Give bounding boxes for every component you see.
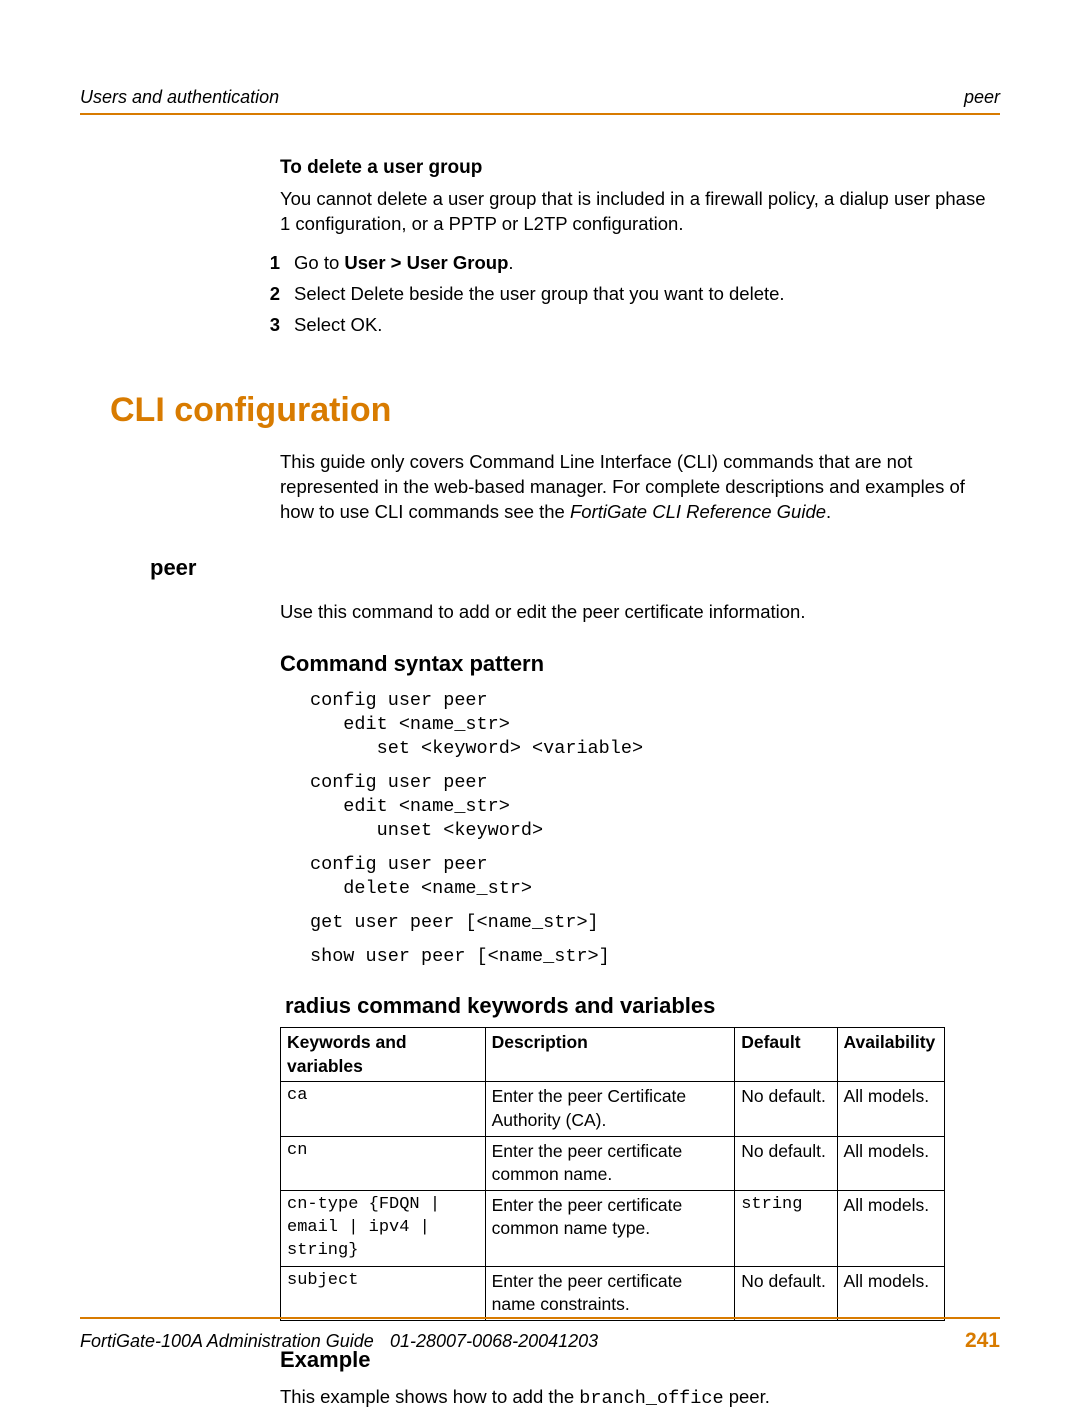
cli-intro: This guide only covers Command Line Inte… bbox=[280, 450, 1000, 525]
step1-prefix: Go to bbox=[294, 252, 344, 273]
table-row: ca Enter the peer Certificate Authority … bbox=[281, 1082, 945, 1136]
cell-description: Enter the peer certificate common name t… bbox=[485, 1190, 735, 1266]
cell-keyword: subject bbox=[281, 1266, 486, 1320]
code-block: config user peer edit <name_str> set <ke… bbox=[310, 689, 1000, 761]
step-number: 1 bbox=[250, 251, 280, 276]
example-code: branch_office bbox=[579, 1388, 723, 1409]
footer-mid: 01-28007-0068-20041203 bbox=[390, 1329, 598, 1353]
code-block: config user peer edit <name_str> unset <… bbox=[310, 771, 1000, 843]
col-availability: Availability bbox=[837, 1028, 944, 1082]
page-container: Users and authentication peer To delete … bbox=[0, 0, 1080, 1397]
cell-availability: All models. bbox=[837, 1136, 944, 1190]
page-number: 241 bbox=[965, 1327, 1000, 1355]
example-paragraph: This example shows how to add the branch… bbox=[280, 1385, 1000, 1412]
delete-section: To delete a user group You cannot delete… bbox=[280, 155, 1000, 237]
delete-paragraph: You cannot delete a user group that is i… bbox=[280, 187, 1000, 237]
col-default: Default bbox=[735, 1028, 837, 1082]
running-footer: FortiGate-100A Administration Guide 01-2… bbox=[80, 1317, 1000, 1355]
cell-keyword: cn-type {FDQN | email | ipv4 | string} bbox=[281, 1190, 486, 1266]
peer-intro: Use this command to add or edit the peer… bbox=[280, 600, 1000, 625]
footer-line: FortiGate-100A Administration Guide 01-2… bbox=[80, 1329, 1000, 1355]
header-left: Users and authentication bbox=[80, 85, 279, 109]
peer-paragraph: Use this command to add or edit the peer… bbox=[280, 600, 1000, 625]
syntax-heading: Command syntax pattern bbox=[280, 649, 1000, 679]
example-b: peer. bbox=[724, 1386, 770, 1407]
cell-keyword: cn bbox=[281, 1136, 486, 1190]
example-a: This example shows how to add the bbox=[280, 1386, 579, 1407]
step1-suffix: . bbox=[508, 252, 513, 273]
list-item: 3 Select OK. bbox=[250, 313, 1000, 338]
procedure-list: 1 Go to User > User Group. 2 Select Dele… bbox=[250, 251, 1000, 338]
keywords-table: Keywords and variables Description Defau… bbox=[280, 1027, 945, 1321]
table-header-row: Keywords and variables Description Defau… bbox=[281, 1028, 945, 1082]
step-number: 2 bbox=[250, 282, 280, 307]
cell-availability: All models. bbox=[837, 1190, 944, 1266]
footer-rule bbox=[80, 1317, 1000, 1319]
cell-description: Enter the peer certificate name constrai… bbox=[485, 1266, 735, 1320]
cell-default: string bbox=[735, 1190, 837, 1266]
cli-intro-italic: FortiGate CLI Reference Guide bbox=[570, 501, 826, 522]
cell-default: No default. bbox=[735, 1082, 837, 1136]
cell-default: No default. bbox=[735, 1136, 837, 1190]
code-block: config user peer delete <name_str> bbox=[310, 853, 1000, 901]
header-rule bbox=[80, 113, 1000, 115]
cell-description: Enter the peer certificate common name. bbox=[485, 1136, 735, 1190]
list-item: 2 Select Delete beside the user group th… bbox=[250, 282, 1000, 307]
step1-bold: User > User Group bbox=[344, 252, 508, 273]
cell-availability: All models. bbox=[837, 1266, 944, 1320]
cli-configuration-heading: CLI configuration bbox=[110, 388, 1000, 434]
step-text: Go to User > User Group. bbox=[294, 251, 1000, 276]
cell-keyword: ca bbox=[281, 1082, 486, 1136]
table-row: cn Enter the peer certificate common nam… bbox=[281, 1136, 945, 1190]
cell-default: No default. bbox=[735, 1266, 837, 1320]
step-text: Select Delete beside the user group that… bbox=[294, 282, 1000, 307]
list-item: 1 Go to User > User Group. bbox=[250, 251, 1000, 276]
cli-intro-paragraph: This guide only covers Command Line Inte… bbox=[280, 450, 1000, 525]
footer-left: FortiGate-100A Administration Guide bbox=[80, 1329, 374, 1355]
col-description: Description bbox=[485, 1028, 735, 1082]
step-text: Select OK. bbox=[294, 313, 1000, 338]
cell-availability: All models. bbox=[837, 1082, 944, 1136]
code-block: get user peer [<name_str>] bbox=[310, 911, 1000, 935]
table-heading: radius command keywords and variables bbox=[285, 991, 1000, 1021]
header-right: peer bbox=[964, 85, 1000, 109]
cli-intro-b: . bbox=[826, 501, 831, 522]
delete-title: To delete a user group bbox=[280, 155, 1000, 181]
example-text: This example shows how to add the branch… bbox=[280, 1385, 1000, 1412]
table-row: subject Enter the peer certificate name … bbox=[281, 1266, 945, 1320]
running-header: Users and authentication peer bbox=[80, 85, 1000, 109]
step-number: 3 bbox=[250, 313, 280, 338]
peer-heading: peer bbox=[150, 553, 1000, 583]
col-keywords: Keywords and variables bbox=[281, 1028, 486, 1082]
cell-description: Enter the peer Certificate Authority (CA… bbox=[485, 1082, 735, 1136]
code-block: show user peer [<name_str>] bbox=[310, 945, 1000, 969]
table-row: cn-type {FDQN | email | ipv4 | string} E… bbox=[281, 1190, 945, 1266]
